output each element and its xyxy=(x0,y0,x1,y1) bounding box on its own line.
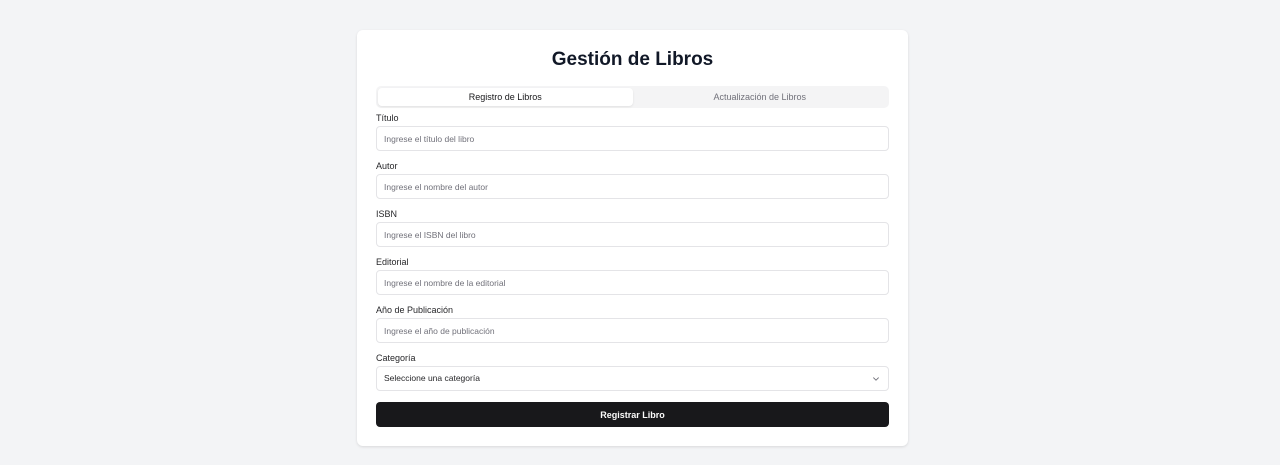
isbn-input[interactable] xyxy=(376,222,889,247)
chevron-down-icon xyxy=(873,377,879,381)
publisher-label: Editorial xyxy=(376,257,409,267)
category-select-value: Seleccione una categoría xyxy=(384,373,480,383)
isbn-label: ISBN xyxy=(376,209,398,219)
register-book-button[interactable]: Registrar Libro xyxy=(376,402,889,427)
page-title: Gestión de Libros xyxy=(551,49,714,70)
tab-list: Registro de Libros Actualización de Libr… xyxy=(376,86,889,108)
title-field-group: Título xyxy=(376,111,889,159)
isbn-field-group: ISBN xyxy=(376,207,889,255)
year-label: Año de Publicación xyxy=(376,305,454,315)
year-field-group: Año de Publicación xyxy=(376,303,889,351)
book-management-card: Gestión de Libros Registro de Libros Act… xyxy=(357,30,908,446)
publisher-field-group: Editorial xyxy=(376,255,889,303)
book-form: Título Autor ISBN Editorial Año de Publi… xyxy=(376,111,889,399)
title-label: Título xyxy=(376,113,399,123)
tab-actualizacion-libros[interactable]: Actualización de Libros xyxy=(633,88,888,106)
author-field-group: Autor xyxy=(376,159,889,207)
category-select[interactable]: Seleccione una categoría xyxy=(376,366,889,391)
title-input[interactable] xyxy=(376,126,889,151)
tab-registro-libros[interactable]: Registro de Libros xyxy=(378,88,633,106)
year-input[interactable] xyxy=(376,318,889,343)
author-input[interactable] xyxy=(376,174,889,199)
author-label: Autor xyxy=(376,161,398,171)
category-label: Categoría xyxy=(376,353,416,363)
category-field-group: Categoría Seleccione una categoría xyxy=(376,351,889,399)
publisher-input[interactable] xyxy=(376,270,889,295)
